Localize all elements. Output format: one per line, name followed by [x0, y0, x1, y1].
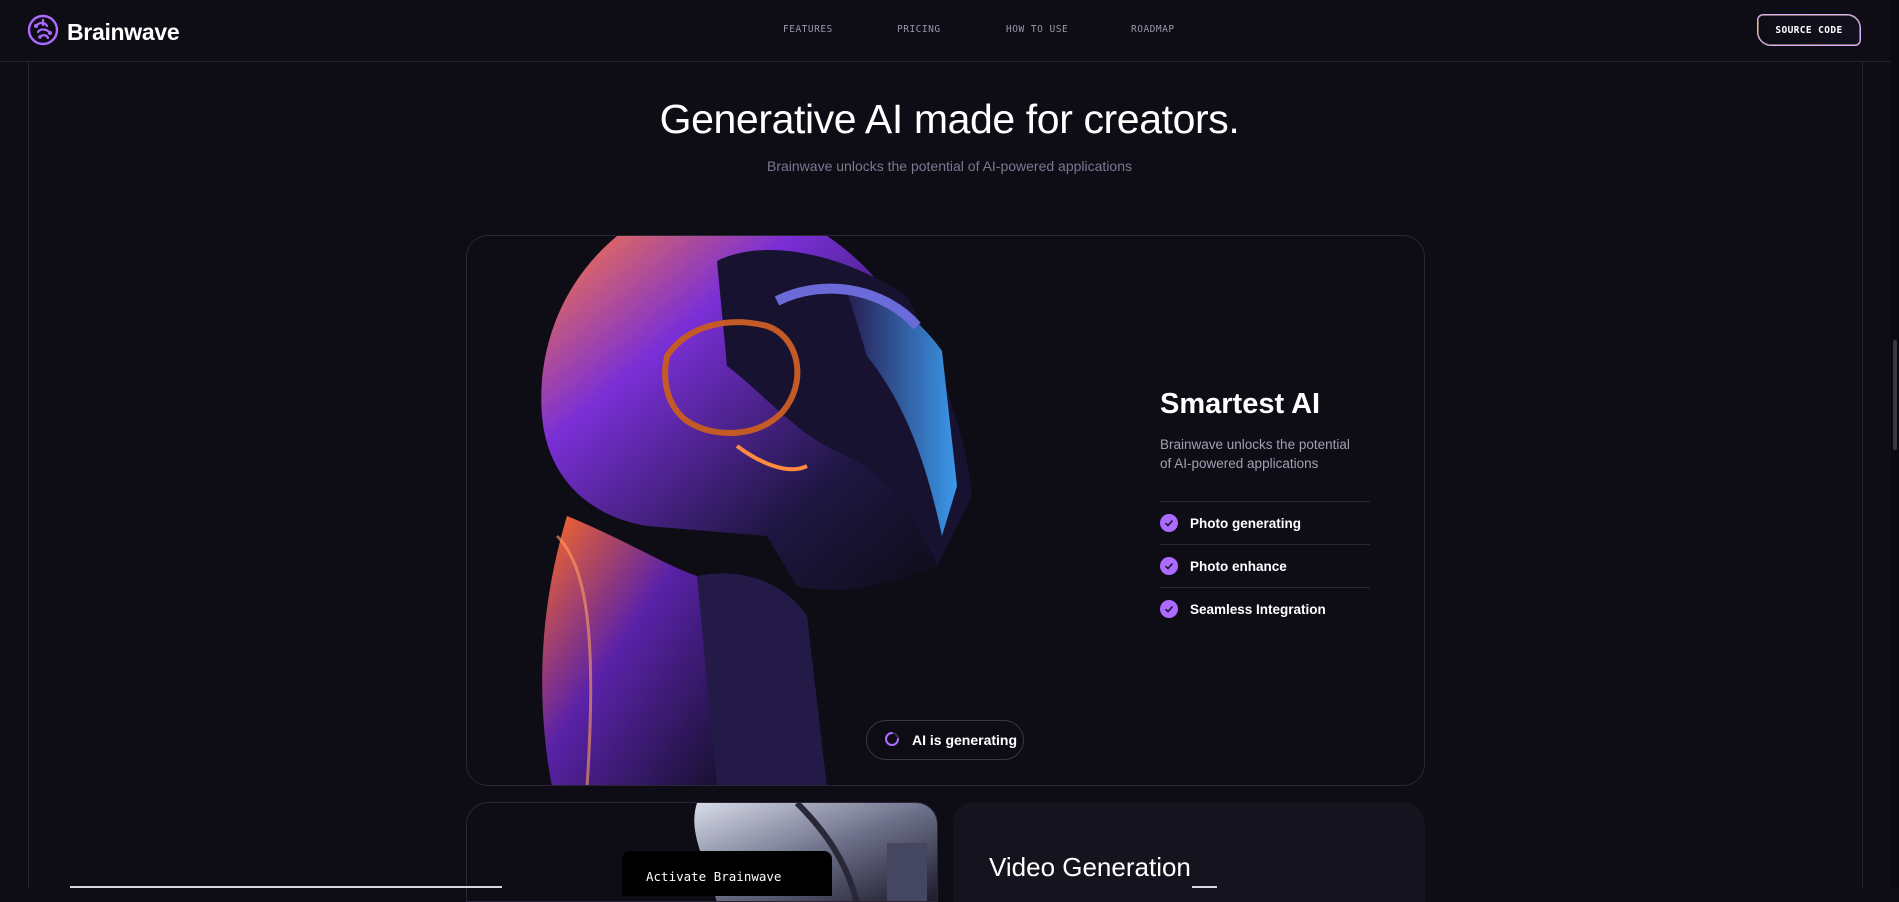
- feature-panel: Smartest AI Brainwave unlocks the potent…: [1160, 388, 1370, 630]
- ai-generating-status: AI is generating: [866, 720, 1024, 760]
- check-icon: [1160, 600, 1178, 618]
- loading-spinner-icon: [884, 731, 900, 750]
- site-header: Brainwave FEATURES PRICING HOW TO USE RO…: [0, 0, 1899, 62]
- main-nav: FEATURES PRICING HOW TO USE ROADMAP: [0, 24, 1899, 40]
- list-item-label: Seamless Integration: [1190, 601, 1326, 617]
- video-card: Video Generation: [953, 802, 1425, 902]
- video-card-title: Video Generation: [989, 852, 1191, 882]
- terminal-prompt[interactable]: Activate Brainwave: [622, 851, 832, 896]
- list-item-label: Photo generating: [1190, 515, 1301, 531]
- check-icon: [1160, 557, 1178, 575]
- hero-title: Generative AI made for creators.: [659, 96, 1240, 142]
- nav-how-to-use[interactable]: HOW TO USE: [1006, 24, 1068, 35]
- list-item: Photo enhance: [1160, 544, 1370, 587]
- list-item-label: Photo enhance: [1190, 558, 1287, 574]
- ai-generating-label: AI is generating: [912, 732, 1018, 748]
- scrollbar-thumb[interactable]: [1893, 340, 1897, 450]
- source-code-button[interactable]: SOURCE CODE: [1757, 14, 1861, 46]
- feature-title: Smartest AI: [1160, 388, 1321, 420]
- nav-features[interactable]: FEATURES: [783, 24, 833, 35]
- feature-description: Brainwave unlocks the potential of AI-po…: [1160, 437, 1350, 471]
- list-item: Photo generating: [1160, 501, 1370, 544]
- nav-roadmap[interactable]: ROADMAP: [1131, 24, 1175, 35]
- robot-image: [541, 236, 972, 785]
- page-scrollbar[interactable]: [1891, 0, 1899, 889]
- feature-list: Photo generating Photo enhance Seamless …: [1160, 501, 1370, 630]
- check-icon: [1160, 514, 1178, 532]
- frame-line-left: [28, 62, 29, 889]
- hero-subtitle: Brainwave unlocks the potential of AI-po…: [767, 158, 1132, 174]
- bottom-divider: [70, 886, 502, 888]
- bottom-divider: [1192, 886, 1217, 888]
- list-item: Seamless Integration: [1160, 587, 1370, 630]
- frame-line-right: [1862, 62, 1863, 889]
- nav-pricing[interactable]: PRICING: [897, 24, 941, 35]
